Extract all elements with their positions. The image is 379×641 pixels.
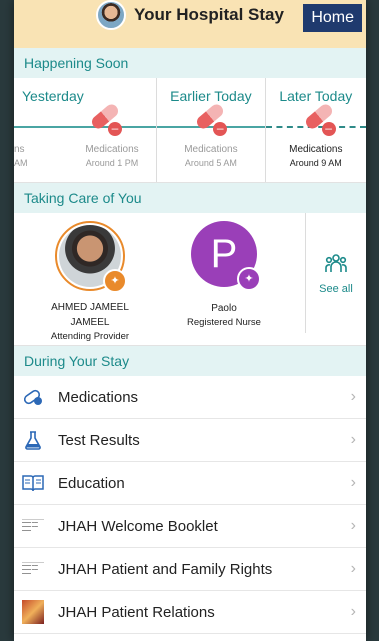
timeline-heading: Earlier Today	[170, 88, 252, 104]
event-time-text: AM	[14, 158, 28, 168]
people-group-icon	[306, 251, 366, 281]
event-label: Medications	[289, 144, 343, 155]
pill-badge-icon: –	[321, 122, 336, 136]
chevron-right-icon: ›	[350, 517, 356, 534]
list-item-education[interactable]: Education ›	[14, 462, 366, 505]
pin-icon[interactable]: ✦	[237, 267, 261, 291]
provider-role: Attending Provider	[50, 331, 130, 342]
provider-initial: P	[210, 232, 238, 276]
chevron-right-icon: ›	[350, 560, 356, 577]
during-stay-header: During Your Stay	[14, 346, 366, 376]
list-item-label: JHAH Patient and Family Rights	[58, 560, 273, 578]
document-thumbnail-icon: ▬▬▬ ▬▬ ▬▬▬ ▬▬ ▬▬▬	[22, 558, 44, 580]
provider-name: Paolo	[211, 303, 237, 314]
flask-icon	[22, 429, 44, 451]
chevron-right-icon: ›	[350, 388, 356, 405]
list-item-test-results[interactable]: Test Results ›	[14, 419, 366, 462]
pin-icon[interactable]: ✦	[103, 269, 127, 293]
timeline-heading: Yesterday	[22, 88, 84, 104]
list-item-label: JHAH Patient Relations	[58, 603, 215, 621]
event-time: Around 1 PM	[85, 158, 139, 168]
chevron-right-icon: ›	[350, 603, 356, 620]
pill-badge-icon: –	[108, 122, 122, 136]
page-title: Your Hospital Stay	[134, 5, 284, 24]
provider-card-paolo[interactable]: P ✦ Paolo Registered Nurse	[154, 221, 294, 330]
timeline-column-later-today[interactable]: Later Today – Medications Around 9 AM	[265, 78, 366, 182]
provider-initial-avatar: P ✦	[191, 221, 261, 291]
happening-soon-timeline[interactable]: Yesterday – ns AM Medications Around 1 P…	[14, 78, 366, 183]
see-all-label: See all	[319, 283, 353, 295]
list-item-patient-relations[interactable]: JHAH Patient Relations ›	[14, 591, 366, 634]
care-team-row: ✦ AHMED JAMEEL JAMEEL Attending Provider…	[14, 213, 366, 346]
event-label: Medications	[184, 144, 238, 155]
provider-name: AHMED JAMEEL JAMEEL	[20, 300, 160, 330]
list-item-patient-rights[interactable]: ▬▬▬ ▬▬ ▬▬▬ ▬▬ ▬▬▬ JHAH Patient and Famil…	[14, 548, 366, 591]
happening-soon-header: Happening Soon	[14, 48, 366, 78]
provider-name-line: JAMEEL	[70, 317, 110, 328]
event-time: Around 9 AM	[289, 158, 342, 168]
care-team-header: Taking Care of You	[14, 183, 366, 213]
timeline-line	[14, 126, 157, 128]
chevron-right-icon: ›	[350, 474, 356, 491]
document-thumbnail-icon: ▬▬▬ ▬▬ ▬▬▬ ▬▬ ▬▬▬	[22, 515, 44, 537]
list-item-label: Medications	[58, 388, 139, 406]
event-label[interactable]: Medications	[72, 144, 152, 155]
patient-avatar[interactable]	[96, 0, 127, 30]
pill-badge-icon: –	[213, 122, 228, 136]
provider-name-line: AHMED JAMEEL	[51, 302, 129, 313]
see-all-button[interactable]: See all	[305, 213, 366, 333]
list-item-medications[interactable]: Medications ›	[14, 376, 366, 419]
event-label-text: ns	[14, 144, 25, 155]
image-thumbnail-icon	[22, 600, 44, 624]
app-frame: Your Hospital Stay Home Happening Soon Y…	[14, 0, 366, 641]
list-item-label: JHAH Welcome Booklet	[58, 517, 218, 535]
timeline-line	[157, 126, 265, 128]
timeline-column-earlier-today[interactable]: Earlier Today – Medications Around 5 AM	[157, 78, 266, 182]
chevron-right-icon: ›	[350, 431, 356, 448]
list-item-label: Education	[58, 474, 125, 492]
event-time: Around 5 AM	[184, 158, 237, 168]
list-item-label: Test Results	[58, 431, 140, 449]
timeline-heading: Later Today	[279, 88, 353, 104]
provider-role: Registered Nurse	[187, 317, 261, 328]
list-item-welcome-booklet[interactable]: ▬▬▬ ▬▬ ▬▬▬ ▬▬ ▬▬▬ JHAH Welcome Booklet ›	[14, 505, 366, 548]
provider-avatar-ring: ✦	[55, 221, 127, 293]
book-icon	[22, 472, 44, 494]
during-stay-list: Medications › Test Results › Education ›…	[14, 376, 366, 634]
home-button[interactable]: Home	[301, 2, 364, 34]
timeline-column-yesterday[interactable]: Yesterday – ns AM Medications Around 1 P…	[14, 78, 158, 182]
provider-card-ahmed[interactable]: ✦ AHMED JAMEEL JAMEEL Attending Provider	[20, 221, 160, 344]
pill-icon	[22, 386, 44, 408]
app-header: Your Hospital Stay Home	[14, 0, 366, 48]
